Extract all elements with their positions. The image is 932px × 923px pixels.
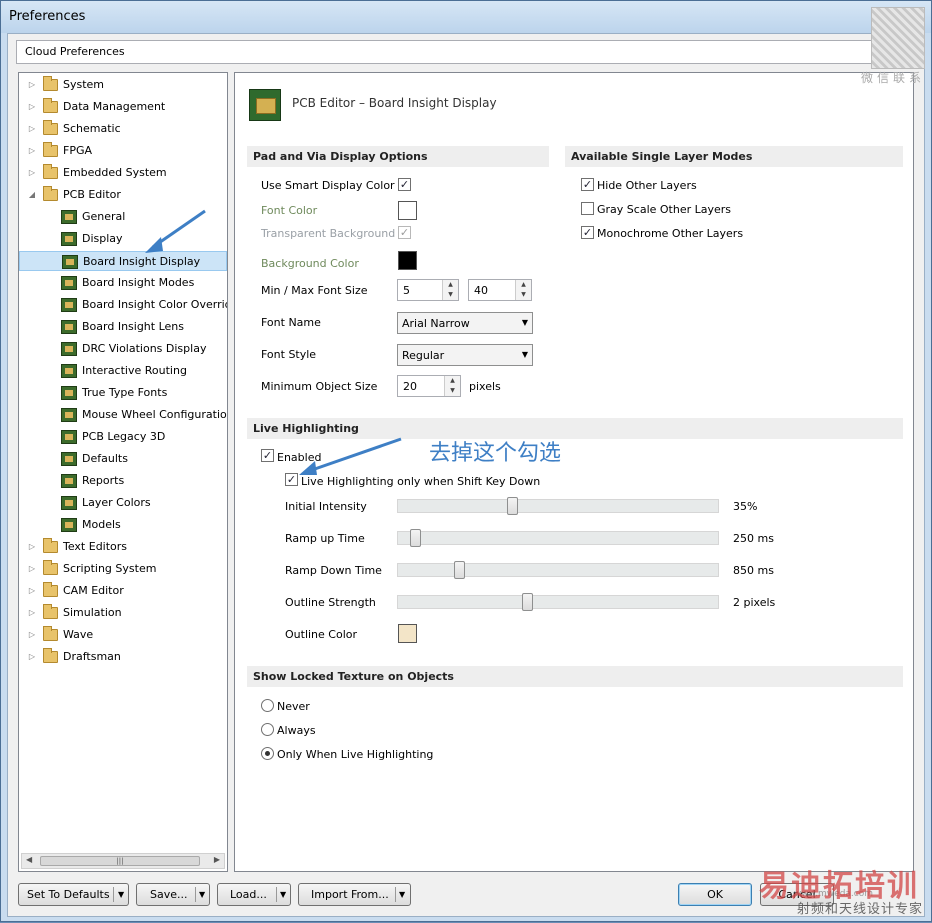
annotation-arrows	[145, 209, 402, 475]
qr-code-watermark	[871, 7, 925, 69]
brand-watermark-subtitle: 射频和天线设计专家	[796, 902, 923, 917]
preferences-window: Preferences Cloud Preferences ▼ ▷Draftsm…	[0, 0, 932, 922]
qr-watermark-text: 微信联系	[860, 71, 925, 85]
annotation-arrowhead-checkbox	[299, 461, 317, 475]
annotation-arrow-checkbox	[308, 437, 402, 473]
annotation-arrowhead-tree	[145, 237, 163, 253]
